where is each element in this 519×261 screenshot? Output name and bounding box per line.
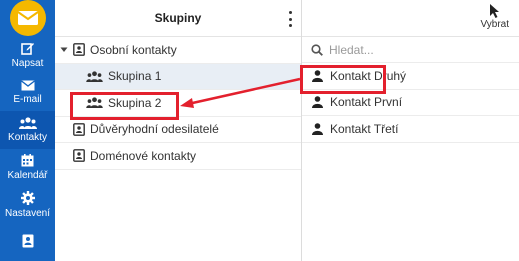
contact-name: Kontakt Třetí <box>330 121 399 136</box>
contact-item[interactable]: Kontakt Třetí <box>302 116 519 143</box>
groups-header: Skupiny <box>55 0 301 37</box>
person-icon <box>312 122 323 135</box>
search-input[interactable] <box>329 42 479 57</box>
rail-item-label: E-mail <box>13 93 42 105</box>
rail-item-email[interactable]: E-mail <box>0 74 55 112</box>
tree-item-label: Doménové kontakty <box>90 148 197 163</box>
rail-item-compose[interactable]: Napsat <box>0 36 55 74</box>
rail-item-label: Kontakty <box>8 131 47 143</box>
contact-card-icon <box>73 122 85 136</box>
contact-name: Kontakt Druhý <box>330 68 407 83</box>
person-icon <box>312 69 323 82</box>
cursor-icon <box>489 4 499 18</box>
rail-item-calendar[interactable]: Kalendář <box>0 149 55 187</box>
contact-card-icon <box>73 43 85 57</box>
rail-item-label: Nastavení <box>4 207 51 219</box>
contact-card-icon <box>22 234 33 248</box>
contact-name: Kontakt První <box>330 95 403 110</box>
more-options-icon[interactable] <box>286 11 294 27</box>
groups-title: Skupiny <box>154 11 202 25</box>
compose-icon <box>20 42 34 55</box>
app-logo <box>9 0 46 36</box>
tree-item-label: Skupina 1 <box>108 69 162 84</box>
navigation-rail: Napsat E-mail Kontakty Kalendář Nastaven… <box>0 0 55 261</box>
tree-item-label: Osobní kontakty <box>90 42 177 57</box>
calendar-icon <box>21 153 34 167</box>
tree-item-label: Důvěryhodní odesilatelé <box>90 122 219 137</box>
chevron-down-icon[interactable] <box>59 47 69 53</box>
rail-item-address-book[interactable] <box>0 224 55 261</box>
person-icon <box>312 96 323 109</box>
tree-item-personal-contacts[interactable]: Osobní kontakty <box>55 37 301 64</box>
group-icon <box>86 71 103 82</box>
rail-item-contacts[interactable]: Kontakty <box>0 111 55 149</box>
groups-panel: Skupiny Osobní kontakty Skupina 1 Skupin… <box>55 0 302 261</box>
contact-item[interactable]: Kontakt Druhý <box>302 63 519 90</box>
select-button-label: Vybrat <box>480 19 509 30</box>
envelope-logo-icon <box>16 11 39 25</box>
gear-icon <box>20 190 35 205</box>
contact-card-icon <box>73 149 85 163</box>
logo-area <box>0 0 55 36</box>
tree-item-group-1[interactable]: Skupina 1 <box>55 63 301 90</box>
contact-item[interactable]: Kontakt První <box>302 90 519 116</box>
rail-item-label: Napsat <box>11 57 44 69</box>
contacts-panel: Vybrat Kontakt Druhý Kontakt První <box>302 0 519 261</box>
envelope-icon <box>20 80 35 91</box>
search-icon <box>311 43 323 56</box>
rail-item-settings[interactable]: Nastavení <box>0 186 55 224</box>
contacts-header: Vybrat <box>302 0 519 37</box>
tree-item-trusted-senders[interactable]: Důvěryhodní odesilatelé <box>55 117 301 143</box>
tree-item-domain-contacts[interactable]: Doménové kontakty <box>55 143 301 170</box>
people-icon <box>18 117 37 129</box>
app-window: Napsat E-mail Kontakty Kalendář Nastaven… <box>0 0 519 261</box>
tree-item-label: Skupina 2 <box>108 95 162 110</box>
tree-item-group-2[interactable]: Skupina 2 <box>55 90 301 117</box>
rail-item-label: Kalendář <box>7 169 48 181</box>
select-button[interactable]: Vybrat <box>480 3 509 30</box>
group-icon <box>86 97 103 109</box>
search-bar <box>302 37 519 63</box>
